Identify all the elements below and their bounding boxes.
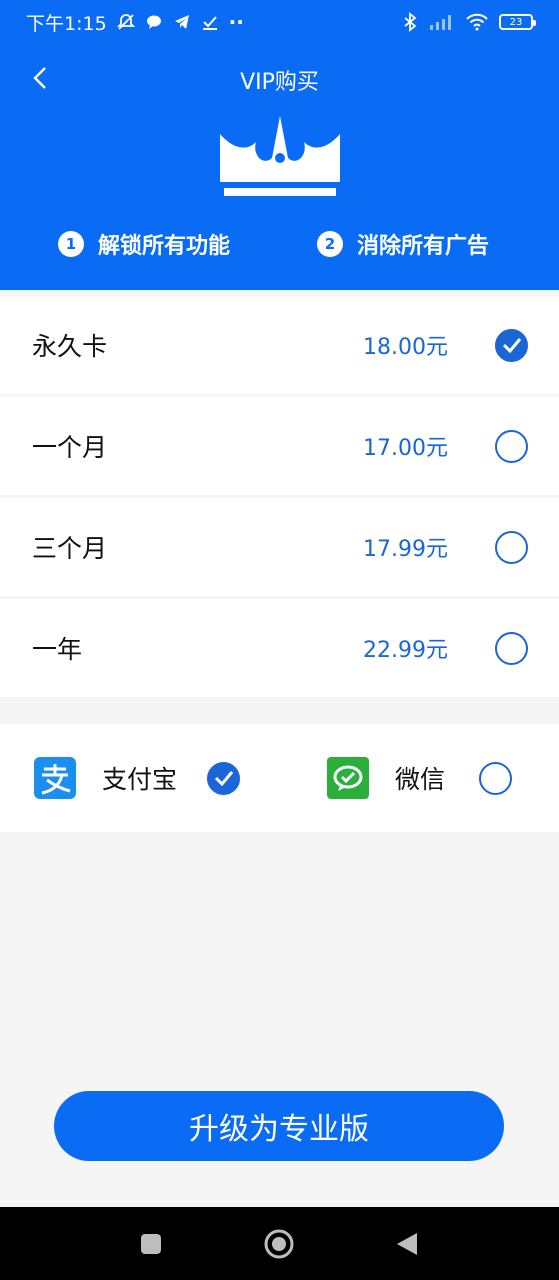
crown-icon bbox=[218, 112, 342, 202]
payment-label: 支付宝 bbox=[102, 765, 178, 794]
status-time: 下午1:15 bbox=[26, 12, 107, 35]
payment-wechat[interactable]: 微信 bbox=[327, 724, 513, 832]
plan-price: 18.00元 bbox=[363, 335, 448, 360]
plan-item-one-month[interactable]: 一个月 17.00元 bbox=[0, 397, 559, 495]
plan-item-three-months[interactable]: 三个月 17.99元 bbox=[0, 498, 559, 596]
plan-item-one-year[interactable]: 一年 22.99元 bbox=[0, 599, 559, 697]
payment-radio-checked[interactable] bbox=[207, 761, 241, 795]
payment-alipay[interactable]: 支付宝 bbox=[34, 724, 241, 832]
feature-label: 消除所有广告 bbox=[357, 234, 490, 259]
plan-radio[interactable] bbox=[495, 530, 528, 564]
back-nav-button[interactable] bbox=[392, 1229, 422, 1259]
home-button[interactable] bbox=[264, 1229, 294, 1259]
plan-radio[interactable] bbox=[495, 429, 528, 463]
feature-label: 解锁所有功能 bbox=[98, 234, 231, 259]
plan-price: 17.00元 bbox=[363, 436, 448, 461]
feature-list: 1 解锁所有功能 2 消除所有广告 bbox=[0, 228, 559, 268]
battery-icon: 23 bbox=[499, 14, 536, 30]
payment-methods: 支付宝 微信 bbox=[0, 724, 559, 832]
check-icon bbox=[502, 338, 521, 353]
battery-level: 23 bbox=[509, 16, 523, 28]
feature-remove-ads: 2 消除所有广告 bbox=[317, 228, 489, 260]
mute-alarm-icon bbox=[116, 13, 135, 31]
check-icon bbox=[214, 771, 233, 786]
feature-number: 1 bbox=[58, 231, 84, 257]
payment-radio[interactable] bbox=[479, 761, 513, 795]
plan-name: 三个月 bbox=[32, 534, 108, 563]
plan-item-lifetime[interactable]: 永久卡 18.00元 bbox=[0, 296, 559, 394]
signal-icon bbox=[429, 13, 455, 31]
feature-number: 2 bbox=[317, 231, 343, 257]
page-title: VIP购买 bbox=[240, 70, 319, 95]
feature-unlock: 1 解锁所有功能 bbox=[58, 228, 230, 260]
plan-name: 一个月 bbox=[32, 433, 108, 462]
download-check-icon bbox=[201, 13, 219, 31]
plan-price: 22.99元 bbox=[363, 638, 448, 663]
telegram-icon bbox=[173, 13, 191, 31]
upgrade-pro-button[interactable]: 升级为专业版 bbox=[54, 1091, 504, 1161]
wifi-icon bbox=[465, 13, 489, 31]
bluetooth-icon bbox=[401, 12, 419, 32]
plan-radio-checked[interactable] bbox=[495, 328, 528, 362]
home-circle-icon bbox=[264, 1229, 294, 1259]
system-nav-bar bbox=[0, 1207, 559, 1280]
wechat-icon bbox=[327, 757, 369, 799]
status-bar: 下午1:15 ·· 23 bbox=[0, 0, 559, 44]
vip-header: 下午1:15 ·· 23 VIP购买 1 解锁所有功能 2 消除所有广告 bbox=[0, 0, 559, 290]
plan-radio[interactable] bbox=[495, 631, 528, 665]
plan-name: 一年 bbox=[32, 635, 83, 664]
triangle-back-icon bbox=[397, 1233, 417, 1255]
plan-name: 永久卡 bbox=[32, 332, 108, 361]
square-icon bbox=[141, 1234, 161, 1254]
more-notifications: ·· bbox=[228, 10, 244, 34]
recent-apps-button[interactable] bbox=[136, 1229, 166, 1259]
title-bar: VIP购买 bbox=[0, 54, 559, 102]
alipay-icon bbox=[34, 757, 76, 799]
chat-bubble-icon bbox=[145, 13, 163, 31]
plan-price: 17.99元 bbox=[363, 537, 448, 562]
payment-label: 微信 bbox=[395, 765, 446, 794]
